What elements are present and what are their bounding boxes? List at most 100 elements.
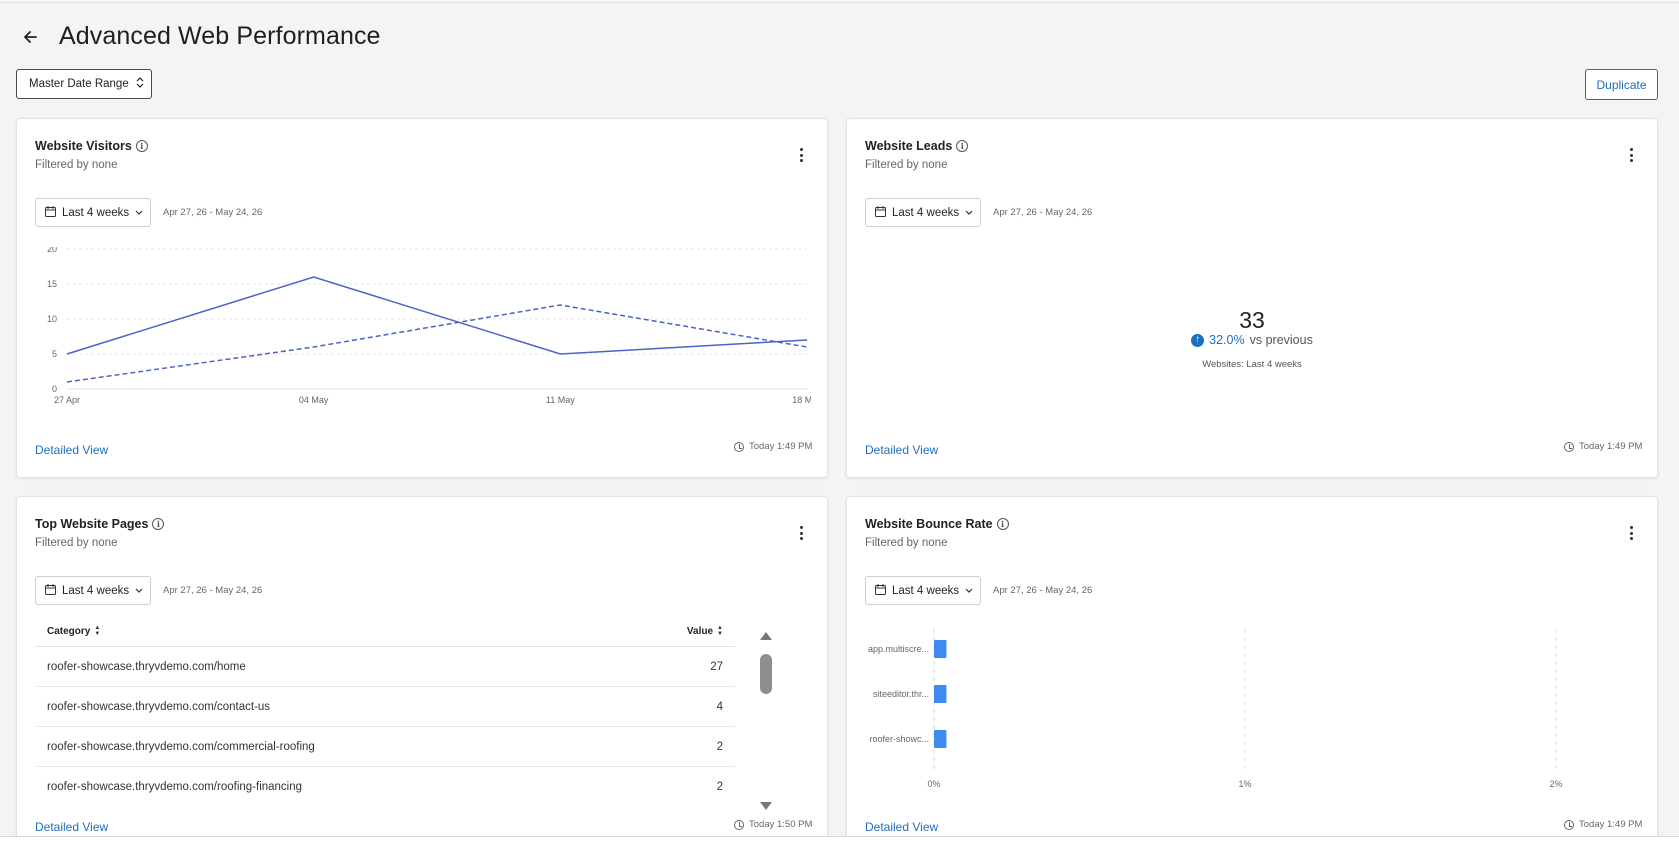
column-header-label: Value — [686, 626, 714, 637]
row-value: 27 — [710, 660, 723, 673]
more-options-icon[interactable] — [1629, 148, 1633, 162]
row-value: 2 — [716, 740, 723, 753]
y-tick-label: 15 — [47, 279, 57, 289]
detailed-view-link[interactable]: Detailed View — [865, 443, 938, 457]
row-category: roofer-showcase.thryvdemo.com/roofing-fi… — [47, 781, 303, 793]
chevron-down-icon — [135, 585, 143, 597]
card-title: Website Leads i — [865, 139, 969, 153]
y-tick-label: 10 — [47, 314, 57, 324]
date-range-label: Last 4 weeks — [892, 206, 960, 219]
detailed-view-link[interactable]: Detailed View — [35, 820, 108, 834]
info-icon[interactable]: i — [135, 140, 148, 152]
card-filter-text: Filtered by none — [865, 537, 948, 549]
last-updated: Today 1:49 PM — [734, 441, 812, 452]
page-title: Advanced Web Performance — [59, 22, 381, 50]
table-row: roofer-showcase.thryvdemo.com/roofing-fi… — [35, 767, 735, 807]
table-header: Category ▲ ▼ Value ▲ ▼ — [35, 617, 735, 647]
more-options-icon[interactable] — [799, 148, 803, 162]
sort-icon: ▲ ▼ — [717, 625, 723, 637]
change-percent: 32.0% — [1209, 333, 1245, 347]
bar — [934, 685, 947, 703]
card-title-text: Top Website Pages — [35, 517, 149, 531]
column-header-value[interactable]: Value ▲ ▼ — [686, 625, 723, 637]
table-scrollbar[interactable] — [759, 632, 773, 810]
x-tick-label: 1% — [1238, 779, 1251, 789]
date-range-label: Last 4 weeks — [62, 584, 130, 597]
top-divider — [0, 2, 1679, 3]
card-title: Website Visitors i — [35, 139, 148, 153]
table-row: roofer-showcase.thryvdemo.com/home 27 — [35, 647, 735, 687]
card-title-text: Website Leads — [865, 139, 953, 153]
last-updated-text: Today 1:49 PM — [749, 441, 813, 452]
y-category-label: siteeditor.thr... — [873, 689, 929, 699]
card-title: Top Website Pages i — [35, 517, 165, 531]
date-range-dropdown[interactable]: Last 4 weeks — [865, 576, 981, 605]
scroll-up-icon[interactable] — [760, 632, 772, 640]
more-options-icon[interactable] — [799, 526, 803, 540]
top-website-pages-card: Top Website Pages i Filtered by none Las… — [16, 496, 828, 844]
card-filter-text: Filtered by none — [865, 159, 948, 171]
top-pages-table: Category ▲ ▼ Value ▲ ▼ roofer-showcase.thr… — [35, 617, 735, 807]
info-icon[interactable]: i — [956, 140, 969, 152]
column-header-category[interactable]: Category ▲ ▼ — [47, 625, 100, 637]
back-arrow-icon[interactable] — [16, 23, 44, 51]
x-tick-label: 2% — [1549, 779, 1562, 789]
row-value: 2 — [716, 781, 723, 793]
row-category: roofer-showcase.thryvdemo.com/contact-us — [47, 700, 271, 713]
date-range-text: Apr 27, 26 - May 24, 26 — [993, 207, 1093, 218]
date-range-dropdown[interactable]: Last 4 weeks — [35, 576, 151, 605]
master-date-range-label: Master Date Range — [29, 78, 129, 90]
y-tick-label: 20 — [47, 247, 57, 254]
more-options-icon[interactable] — [1629, 526, 1633, 540]
row-category: roofer-showcase.thryvdemo.com/commercial… — [47, 740, 315, 753]
bar — [934, 640, 947, 658]
master-date-range-button[interactable]: Master Date Range — [16, 69, 152, 99]
calendar-icon — [45, 205, 56, 220]
series-line-1 — [66, 276, 808, 355]
duplicate-button[interactable]: Duplicate — [1585, 69, 1658, 100]
page-header: Advanced Web Performance — [16, 22, 381, 51]
last-updated: Today 1:50 PM — [734, 819, 812, 830]
y-tick-label: 0 — [52, 384, 57, 394]
clock-icon — [734, 441, 744, 452]
column-header-label: Category — [47, 626, 91, 637]
chevron-down-icon — [135, 207, 143, 219]
last-updated-text: Today 1:50 PM — [749, 819, 813, 830]
card-filter-text: Filtered by none — [35, 537, 118, 549]
info-icon[interactable]: i — [996, 518, 1009, 530]
detailed-view-link[interactable]: Detailed View — [35, 443, 108, 457]
website-bounce-rate-card: Website Bounce Rate i Filtered by none L… — [846, 496, 1658, 844]
detailed-view-link[interactable]: Detailed View — [865, 820, 938, 834]
clock-icon — [1564, 819, 1574, 830]
bottom-bar — [0, 836, 1679, 844]
scroll-down-icon[interactable] — [760, 802, 772, 810]
leads-change: ↑ 32.0% vs previous — [847, 333, 1657, 347]
table-row: roofer-showcase.thryvdemo.com/commercial… — [35, 727, 735, 767]
date-range-dropdown[interactable]: Last 4 weeks — [35, 198, 151, 227]
arrow-up-circle-icon: ↑ — [1191, 333, 1205, 347]
y-category-label: app.multiscre... — [868, 644, 929, 654]
x-tick-label: 04 May — [299, 395, 329, 405]
leads-caption: Websites: Last 4 weeks — [1202, 359, 1302, 370]
scroll-thumb[interactable] — [760, 654, 772, 694]
x-tick-label: 27 Apr — [54, 395, 80, 405]
card-title-text: Website Bounce Rate — [865, 517, 993, 531]
x-tick-label: 11 May — [546, 395, 575, 405]
x-tick-label: 0% — [927, 779, 940, 789]
bounce-rate-bar-chart: 0% 1% 2% app.multiscre... siteeditor.thr... r… — [868, 629, 1563, 789]
row-value: 4 — [716, 700, 723, 713]
date-range-text: Apr 27, 26 - May 24, 26 — [163, 585, 263, 596]
visitors-line-chart: 0 5 10 15 20 27 Apr 04 May 11 May 18 May — [47, 247, 811, 405]
card-filter-text: Filtered by none — [35, 159, 118, 171]
date-range-label: Last 4 weeks — [892, 584, 960, 597]
card-title-text: Website Visitors — [35, 139, 132, 153]
date-range-text: Apr 27, 26 - May 24, 26 — [993, 585, 1093, 596]
last-updated: Today 1:49 PM — [1564, 441, 1642, 452]
date-range-label: Last 4 weeks — [62, 206, 130, 219]
series-line-2 — [66, 304, 808, 383]
info-icon[interactable]: i — [152, 518, 165, 530]
date-range-dropdown[interactable]: Last 4 weeks — [865, 198, 981, 227]
y-category-label: roofer-showc... — [869, 734, 929, 744]
last-updated-text: Today 1:49 PM — [1579, 441, 1643, 452]
leads-total: 33 — [1239, 307, 1265, 333]
